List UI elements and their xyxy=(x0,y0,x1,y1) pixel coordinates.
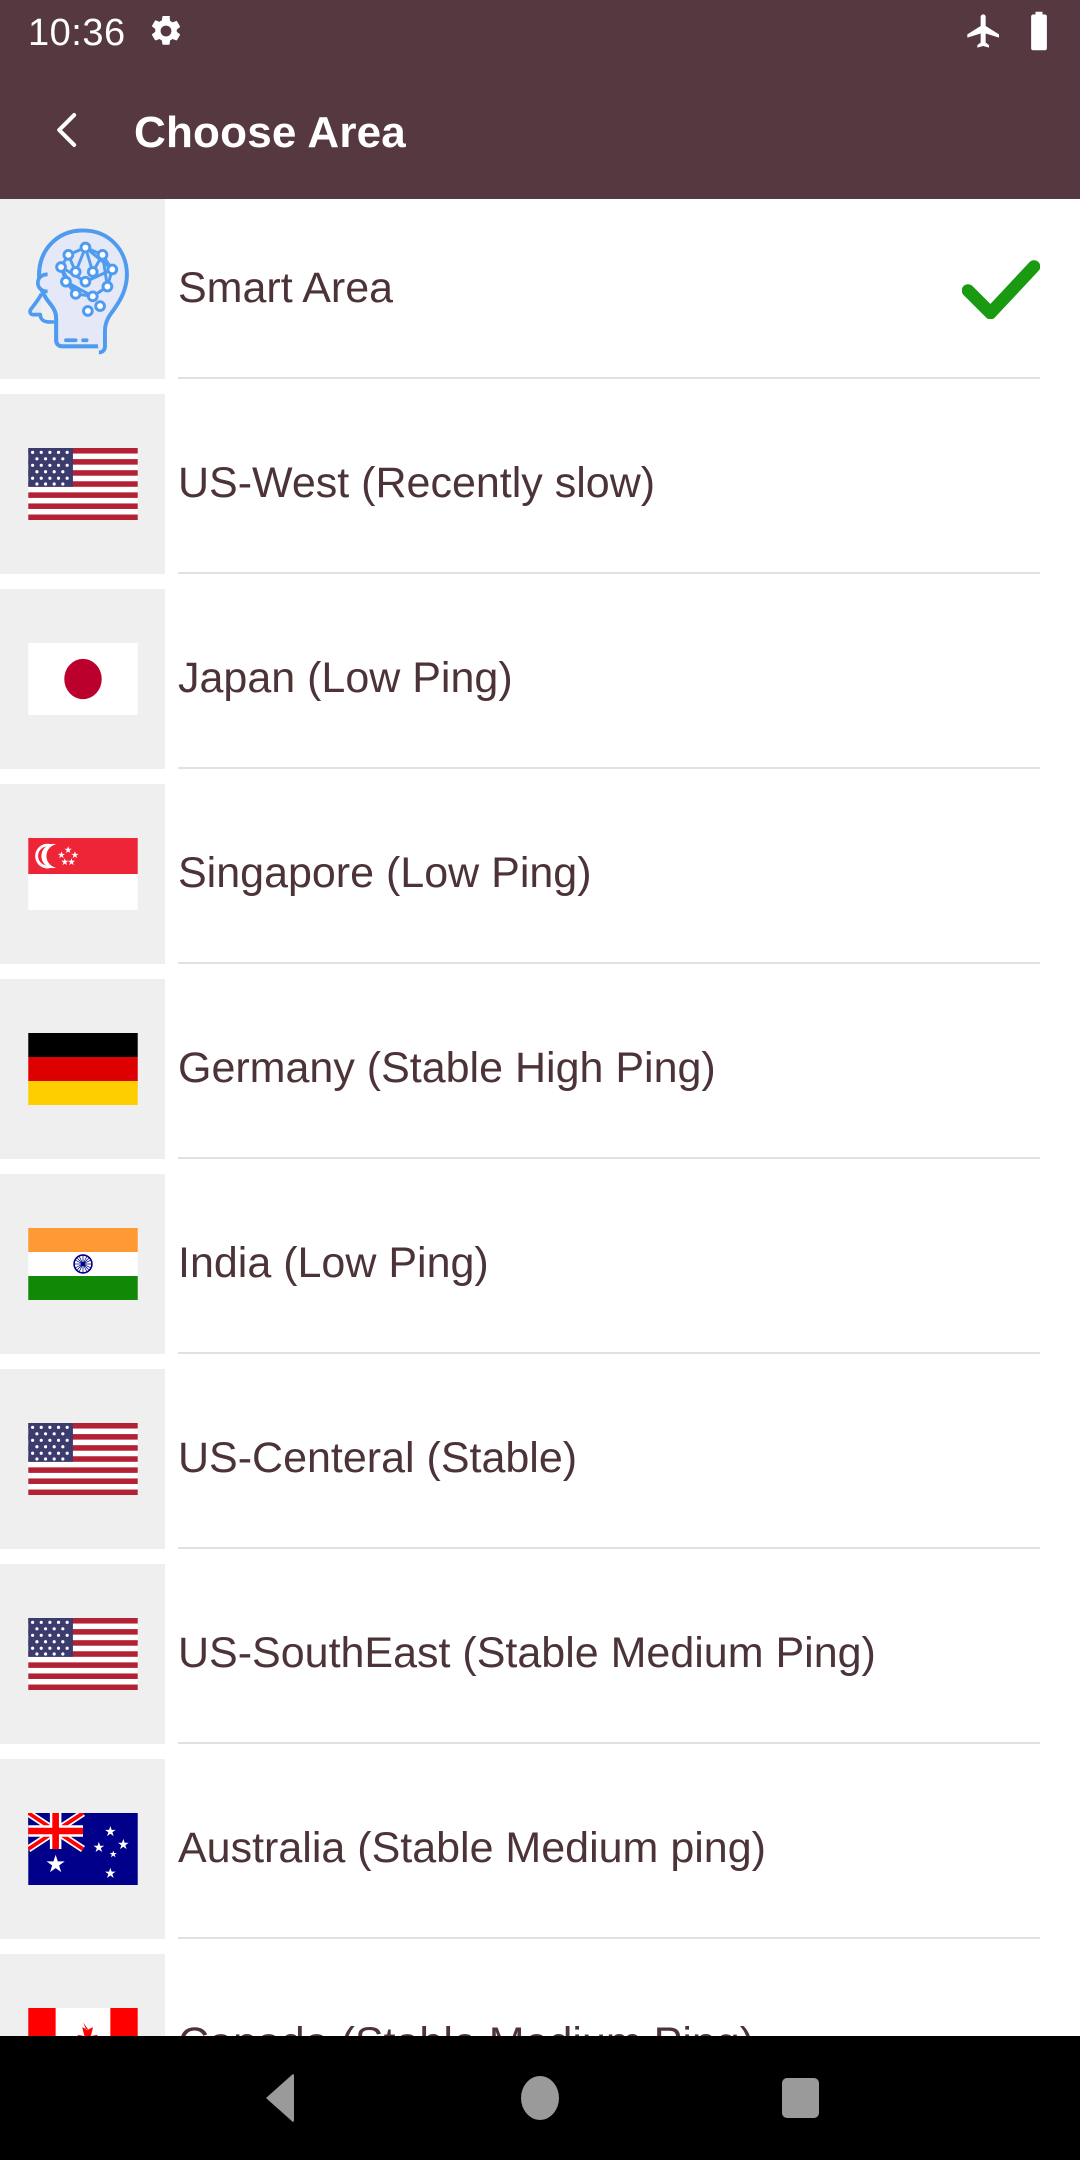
screen-root: 10:36 Choose Area Smart Area US-West (Re… xyxy=(0,0,1080,2160)
row-body: Singapore (Low Ping) xyxy=(165,784,1080,964)
row-body: US-West (Recently slow) xyxy=(165,394,1080,574)
row-divider xyxy=(178,1937,1040,1939)
back-button[interactable] xyxy=(30,95,106,171)
list-item[interactable]: India (Low Ping) xyxy=(0,1174,1080,1354)
row-body: US-Centeral (Stable) xyxy=(165,1369,1080,1549)
row-icon-cell xyxy=(0,1369,165,1549)
list-item[interactable]: Smart Area xyxy=(0,199,1080,379)
row-gap xyxy=(0,574,1080,589)
list-item[interactable]: US-Centeral (Stable) xyxy=(0,1369,1080,1549)
nav-recents-button[interactable] xyxy=(745,2043,855,2153)
list-item-label: US-SouthEast (Stable Medium Ping) xyxy=(178,1629,876,1678)
list-item-label: Germany (Stable High Ping) xyxy=(178,1044,716,1093)
row-divider xyxy=(178,1742,1040,1744)
row-gap xyxy=(0,1549,1080,1564)
row-icon-cell xyxy=(0,1564,165,1744)
list-item[interactable]: Japan (Low Ping) xyxy=(0,589,1080,769)
nav-back-button[interactable] xyxy=(225,2043,335,2153)
flag-germany-icon xyxy=(27,1033,138,1105)
row-divider xyxy=(178,1157,1040,1159)
app-bar: Choose Area xyxy=(0,66,1080,199)
row-gap xyxy=(0,1744,1080,1759)
flag-us-icon xyxy=(27,1618,138,1690)
row-gap xyxy=(0,769,1080,784)
selected-check-icon xyxy=(962,259,1040,319)
list-item-label: Canada (Stable Medium Ping) xyxy=(178,2019,754,2036)
chevron-left-icon xyxy=(45,107,91,158)
row-body: US-SouthEast (Stable Medium Ping) xyxy=(165,1564,1080,1744)
flag-us-icon xyxy=(27,448,138,520)
row-divider xyxy=(178,377,1040,379)
battery-icon xyxy=(1026,10,1052,57)
row-icon-cell xyxy=(0,1954,165,2036)
flag-japan-icon xyxy=(27,643,138,715)
back-triangle-icon xyxy=(266,2073,294,2123)
flag-australia-icon xyxy=(27,1813,138,1885)
row-icon-cell xyxy=(0,589,165,769)
row-gap xyxy=(0,1159,1080,1174)
row-body: Canada (Stable Medium Ping) xyxy=(165,1954,1080,2036)
list-item[interactable]: Germany (Stable High Ping) xyxy=(0,979,1080,1159)
row-divider xyxy=(178,767,1040,769)
list-item-label: India (Low Ping) xyxy=(178,1239,489,1288)
status-right-icons xyxy=(964,10,1052,57)
list-item-label: Smart Area xyxy=(178,264,394,313)
area-list[interactable]: Smart Area US-West (Recently slow) Japan… xyxy=(0,199,1080,2036)
list-item-label: US-West (Recently slow) xyxy=(178,459,656,508)
list-item[interactable]: Canada (Stable Medium Ping) xyxy=(0,1954,1080,2036)
page-title: Choose Area xyxy=(134,107,406,157)
status-clock: 10:36 xyxy=(28,12,126,54)
airplane-mode-icon xyxy=(964,11,1004,56)
brain-head-icon xyxy=(22,223,144,355)
system-navigation-bar xyxy=(0,2036,1080,2160)
nav-home-button[interactable] xyxy=(485,2043,595,2153)
row-gap xyxy=(0,964,1080,979)
row-divider xyxy=(178,572,1040,574)
flag-singapore-icon xyxy=(27,838,138,910)
list-item[interactable]: Australia (Stable Medium ping) xyxy=(0,1759,1080,1939)
list-item[interactable]: US-West (Recently slow) xyxy=(0,394,1080,574)
list-item[interactable]: US-SouthEast (Stable Medium Ping) xyxy=(0,1564,1080,1744)
home-circle-icon xyxy=(521,2076,559,2120)
list-item-label: Japan (Low Ping) xyxy=(178,654,513,703)
gear-icon xyxy=(148,13,184,54)
row-body: India (Low Ping) xyxy=(165,1174,1080,1354)
list-item-label: US-Centeral (Stable) xyxy=(178,1434,578,1483)
row-icon-cell xyxy=(0,394,165,574)
row-divider xyxy=(178,962,1040,964)
status-bar: 10:36 xyxy=(0,0,1080,66)
recents-square-icon xyxy=(781,2078,819,2118)
row-body: Japan (Low Ping) xyxy=(165,589,1080,769)
row-gap xyxy=(0,1354,1080,1369)
row-icon-cell xyxy=(0,979,165,1159)
flag-canada-icon xyxy=(27,2008,138,2036)
row-divider xyxy=(178,1352,1040,1354)
row-body: Germany (Stable High Ping) xyxy=(165,979,1080,1159)
row-icon-cell xyxy=(0,1759,165,1939)
row-body: Australia (Stable Medium ping) xyxy=(165,1759,1080,1939)
row-gap xyxy=(0,379,1080,394)
flag-india-icon xyxy=(27,1228,138,1300)
row-divider xyxy=(178,1547,1040,1549)
row-icon-cell xyxy=(0,784,165,964)
list-item[interactable]: Singapore (Low Ping) xyxy=(0,784,1080,964)
row-icon-cell xyxy=(0,199,165,379)
row-gap xyxy=(0,1939,1080,1954)
row-body: Smart Area xyxy=(165,199,1080,379)
row-icon-cell xyxy=(0,1174,165,1354)
list-item-label: Australia (Stable Medium ping) xyxy=(178,1824,766,1873)
flag-us-icon xyxy=(27,1423,138,1495)
list-item-label: Singapore (Low Ping) xyxy=(178,849,592,898)
